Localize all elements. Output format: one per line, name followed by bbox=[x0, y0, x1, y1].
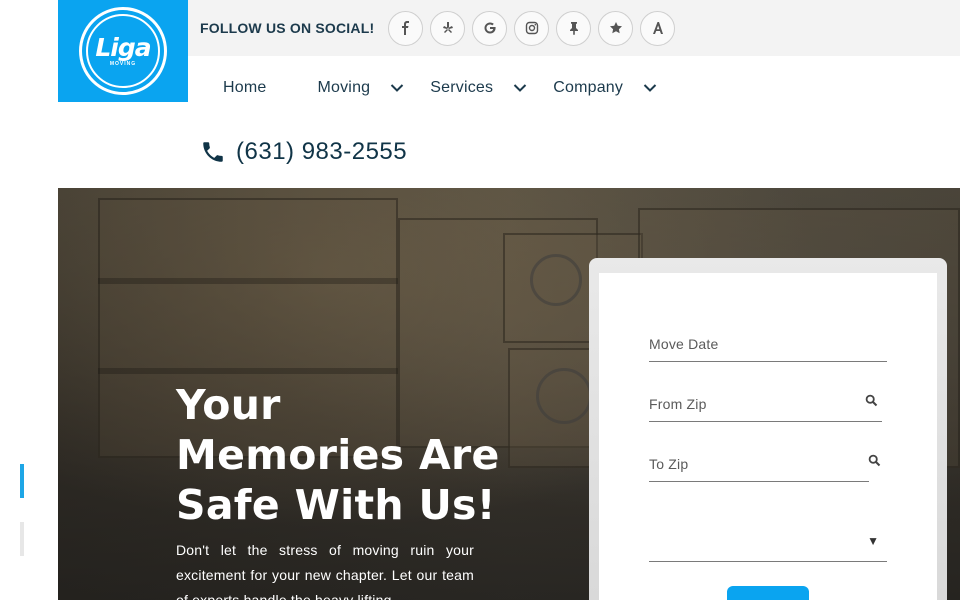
phone-icon bbox=[203, 142, 223, 162]
to-zip-placeholder: To Zip bbox=[649, 455, 689, 472]
move-size-select[interactable]: ▼ bbox=[649, 526, 887, 562]
search-icon[interactable] bbox=[865, 394, 878, 407]
from-zip-field[interactable]: From Zip bbox=[649, 386, 882, 422]
search-icon[interactable] bbox=[868, 454, 881, 467]
to-zip-field[interactable]: To Zip bbox=[649, 446, 881, 482]
get-quote-button[interactable] bbox=[727, 586, 809, 600]
nav-services[interactable]: Services bbox=[430, 79, 553, 97]
nav-moving-label: Moving bbox=[317, 79, 371, 96]
pin-icon[interactable] bbox=[556, 10, 592, 46]
chevron-down-icon[interactable] bbox=[513, 83, 527, 93]
follow-label: FOLLOW US ON SOCIAL! bbox=[200, 20, 375, 36]
chevron-down-icon[interactable] bbox=[390, 83, 404, 93]
nav-company-label: Company bbox=[553, 79, 624, 96]
from-zip-placeholder: From Zip bbox=[649, 395, 707, 412]
logo-word: Liga bbox=[95, 33, 151, 62]
angi-icon[interactable] bbox=[640, 10, 676, 46]
nav-home[interactable]: Home bbox=[223, 79, 266, 97]
chevron-down-icon[interactable] bbox=[643, 83, 657, 93]
slider-indicator[interactable] bbox=[20, 522, 24, 556]
nav-company[interactable]: Company bbox=[553, 79, 683, 97]
social-bar: FOLLOW US ON SOCIAL! bbox=[188, 0, 960, 56]
hero-headline-line: Your bbox=[176, 381, 281, 429]
logo-ring: Liga MOVING bbox=[79, 7, 167, 95]
star-icon[interactable] bbox=[598, 10, 634, 46]
hero-headline-line: Safe With Us! bbox=[176, 481, 496, 529]
yelp-icon[interactable] bbox=[430, 10, 466, 46]
logo-subtext: MOVING bbox=[109, 61, 137, 67]
instagram-icon[interactable] bbox=[514, 10, 550, 46]
phone-number: (631) 983-2555 bbox=[236, 138, 408, 165]
google-icon[interactable] bbox=[472, 10, 508, 46]
logo[interactable]: Liga MOVING bbox=[58, 0, 188, 102]
hero-headline-line: Memories Are bbox=[176, 431, 500, 479]
move-date-placeholder: Move Date bbox=[649, 335, 719, 352]
phone-link[interactable]: (631) 983-2555 bbox=[200, 138, 407, 166]
logo-inner: Liga MOVING bbox=[86, 14, 160, 88]
page: Liga MOVING FOLLOW US ON SOCIAL! Home Mo… bbox=[0, 0, 960, 600]
nav-services-label: Services bbox=[430, 79, 494, 96]
facebook-icon[interactable] bbox=[388, 10, 424, 46]
nav-home-label: Home bbox=[223, 79, 267, 96]
nav-moving[interactable]: Moving bbox=[317, 79, 430, 97]
move-date-field[interactable]: Move Date bbox=[649, 326, 887, 362]
slider-indicator-active[interactable] bbox=[20, 464, 24, 498]
hero-headline: Your Memories Are Safe With Us! bbox=[176, 380, 506, 530]
main-nav: Home Moving Services Company bbox=[200, 66, 683, 110]
hero-lead-text: Don't let the stress of moving ruin your… bbox=[176, 542, 474, 600]
caret-down-icon: ▼ bbox=[867, 534, 879, 548]
